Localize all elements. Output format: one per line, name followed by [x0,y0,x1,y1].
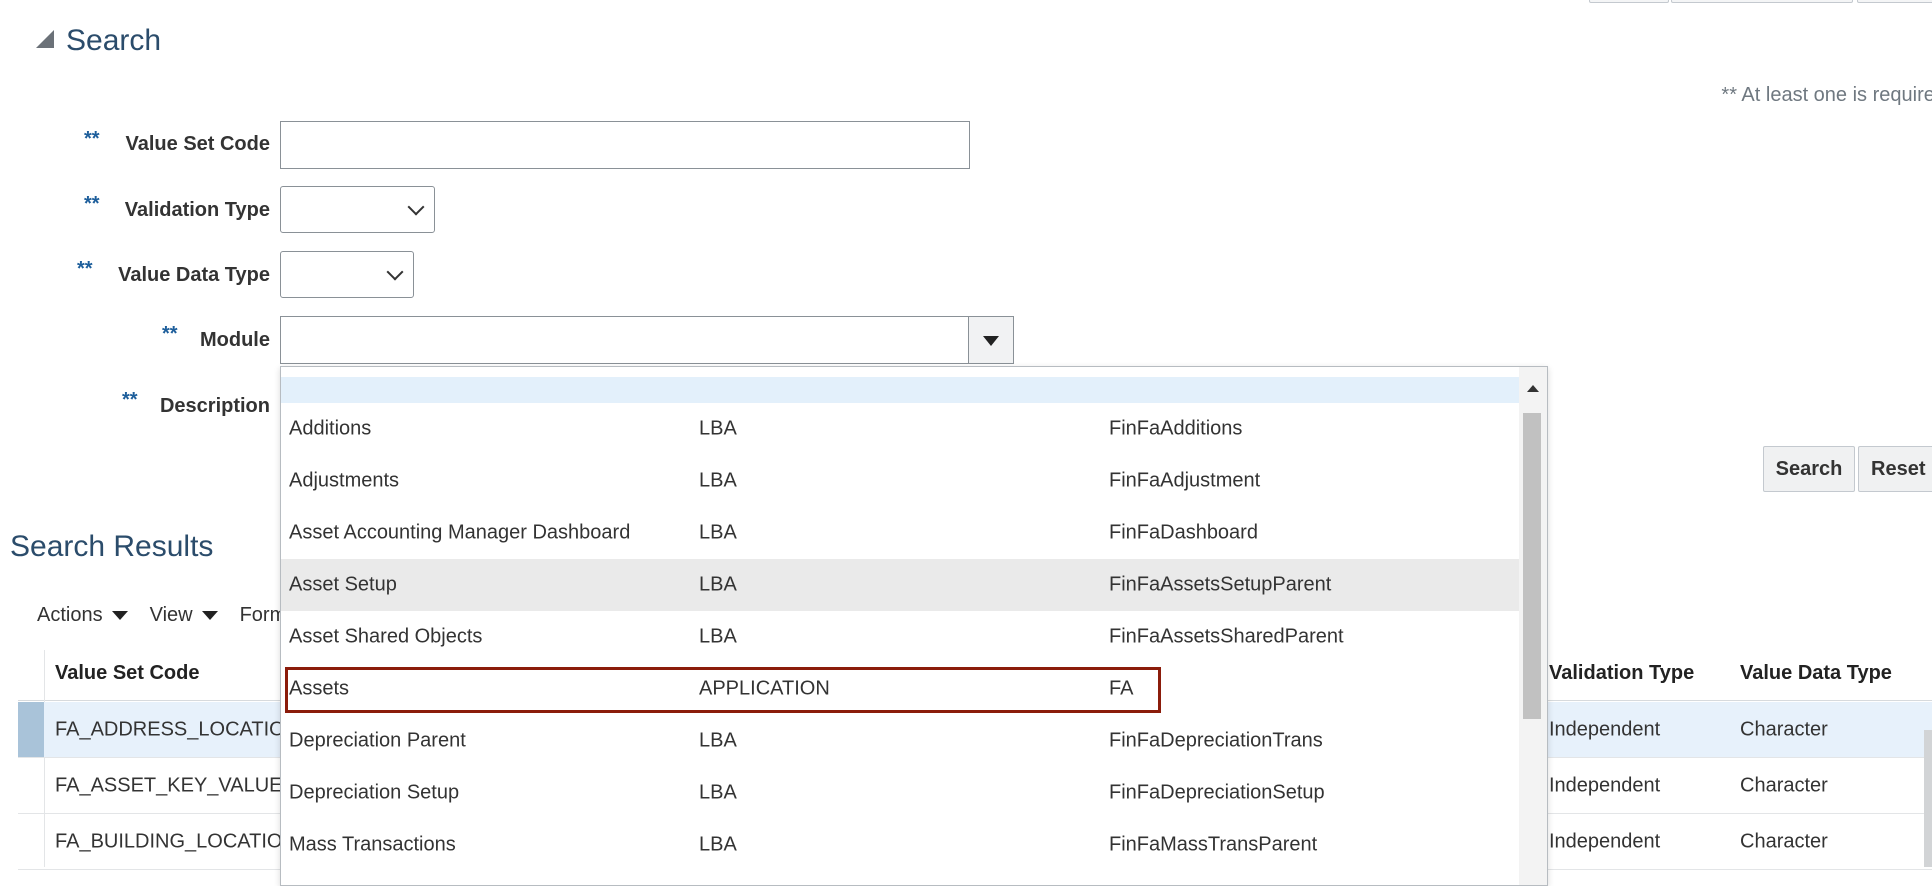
collapse-triangle-icon[interactable] [36,30,54,48]
required-marker: ** [162,323,178,345]
column-header-value-data-type[interactable]: Value Data Type [1740,662,1892,685]
option-name: Asset Shared Objects [289,625,483,648]
option-code: FinFaAssetsSetupParent [1109,573,1332,596]
option-name: Adjustments [289,469,400,492]
row-value-set-code: FA_ADDRESS_LOCATIO [55,718,285,740]
dropdown-blank-option[interactable] [281,377,1519,403]
required-marker: ** [84,193,100,215]
row-validation-type: Independent [1549,718,1661,740]
row-value-data-type: Character [1740,774,1828,796]
option-type: LBA [699,469,737,492]
module-label: Module [200,329,270,351]
view-label: View [149,604,193,626]
value-data-type-select[interactable] [280,251,414,298]
dropdown-option-assets[interactable]: Assets APPLICATION FA [281,663,1519,715]
column-header-validation-type[interactable]: Validation Type [1549,662,1694,685]
option-code: FinFaDepreciationTrans [1109,729,1323,752]
dropdown-option[interactable]: Asset Setup LBA FinFaAssetsSetupParent [281,559,1519,611]
dropdown-option[interactable]: Asset Accounting Manager Dashboard LBA F… [281,507,1519,559]
option-code: FinFaAdditions [1109,417,1243,440]
toolbar-button-1[interactable] [1589,0,1669,3]
dropdown-option[interactable]: Asset Shared Objects LBA FinFaAssetsShar… [281,611,1519,663]
option-type: LBA [699,781,737,804]
option-code: FinFaAssetsSharedParent [1109,625,1344,648]
view-menu[interactable]: View [150,604,218,627]
option-type: LBA [699,521,737,544]
required-note: ** At least one is required [1721,84,1932,106]
actions-menu[interactable]: Actions [37,604,128,627]
dropdown-option[interactable]: Depreciation Parent LBA FinFaDepreciatio… [281,715,1519,767]
option-name: Depreciation Setup [289,781,460,804]
scrollbar-thumb[interactable] [1523,413,1541,719]
search-section-header[interactable]: Search [36,24,161,58]
option-code: FA [1109,677,1134,700]
table-scrollbar[interactable] [1924,730,1932,867]
option-type: APPLICATION [699,677,830,700]
module-dropdown-list: Additions LBA FinFaAdditions Adjustments… [280,366,1548,886]
option-type: LBA [699,833,737,856]
scroll-up-arrow-icon[interactable] [1527,385,1539,392]
dropdown-option[interactable]: Depreciation Setup LBA FinFaDepreciation… [281,767,1519,819]
option-code: FinFaDashboard [1109,521,1258,544]
option-code: FinFaMassTransParent [1109,833,1318,856]
results-toolbar: Actions View Form [37,604,308,627]
value-data-type-label: Value Data Type [118,264,270,286]
triangle-down-icon [983,336,999,346]
search-button[interactable]: Search [1763,446,1855,492]
row-value-data-type: Character [1740,830,1828,852]
option-type: LBA [699,625,737,648]
option-name: Asset Setup [289,573,397,596]
search-title: Search [66,24,162,57]
option-name: Asset Accounting Manager Dashboard [289,521,631,544]
option-code: FinFaAdjustment [1109,469,1261,492]
validation-type-label: Validation Type [124,199,270,221]
option-code: FinFaDepreciationSetup [1109,781,1325,804]
triangle-down-icon [201,611,218,620]
reset-button[interactable]: Reset [1858,446,1932,492]
module-input[interactable] [280,316,970,364]
actions-label: Actions [37,604,103,626]
column-header-value-set-code[interactable]: Value Set Code [55,662,200,685]
toolbar-button-3[interactable] [1857,0,1932,3]
row-validation-type: Independent [1549,774,1661,796]
option-type: LBA [699,729,737,752]
required-marker: ** [122,389,138,411]
toolbar-button-2[interactable] [1671,0,1853,3]
dropdown-option[interactable]: Mass Transactions LBA FinFaMassTransPare… [281,819,1519,871]
row-validation-type: Independent [1549,830,1661,852]
option-name: Depreciation Parent [289,729,466,752]
row-value-set-code: FA_BUILDING_LOCATIO [55,830,283,852]
row-value-set-code: FA_ASSET_KEY_VALUE [55,774,283,796]
option-name: Assets [289,677,350,700]
value-set-code-input[interactable] [280,121,970,169]
row-selector[interactable] [18,702,44,757]
required-marker: ** [84,128,100,150]
row-value-data-type: Character [1740,718,1828,740]
chevron-down-icon [407,198,425,215]
required-marker: ** [77,258,93,280]
triangle-down-icon [111,611,128,620]
row-selector[interactable] [18,814,44,869]
dropdown-scrollbar[interactable] [1519,367,1547,885]
row-selector[interactable] [18,758,44,813]
value-set-code-label: Value Set Code [125,133,271,155]
module-dropdown-button[interactable] [968,316,1014,364]
option-name: Mass Transactions [289,833,456,856]
description-label: Description [159,395,270,417]
validation-type-select[interactable] [280,186,435,233]
dropdown-option[interactable]: Adjustments LBA FinFaAdjustment [281,455,1519,507]
option-type: LBA [699,573,737,596]
option-type: LBA [699,417,737,440]
option-name: Additions [289,417,372,440]
dropdown-option[interactable]: Additions LBA FinFaAdditions [281,403,1519,455]
search-results-title: Search Results [10,530,214,563]
chevron-down-icon [386,263,404,280]
